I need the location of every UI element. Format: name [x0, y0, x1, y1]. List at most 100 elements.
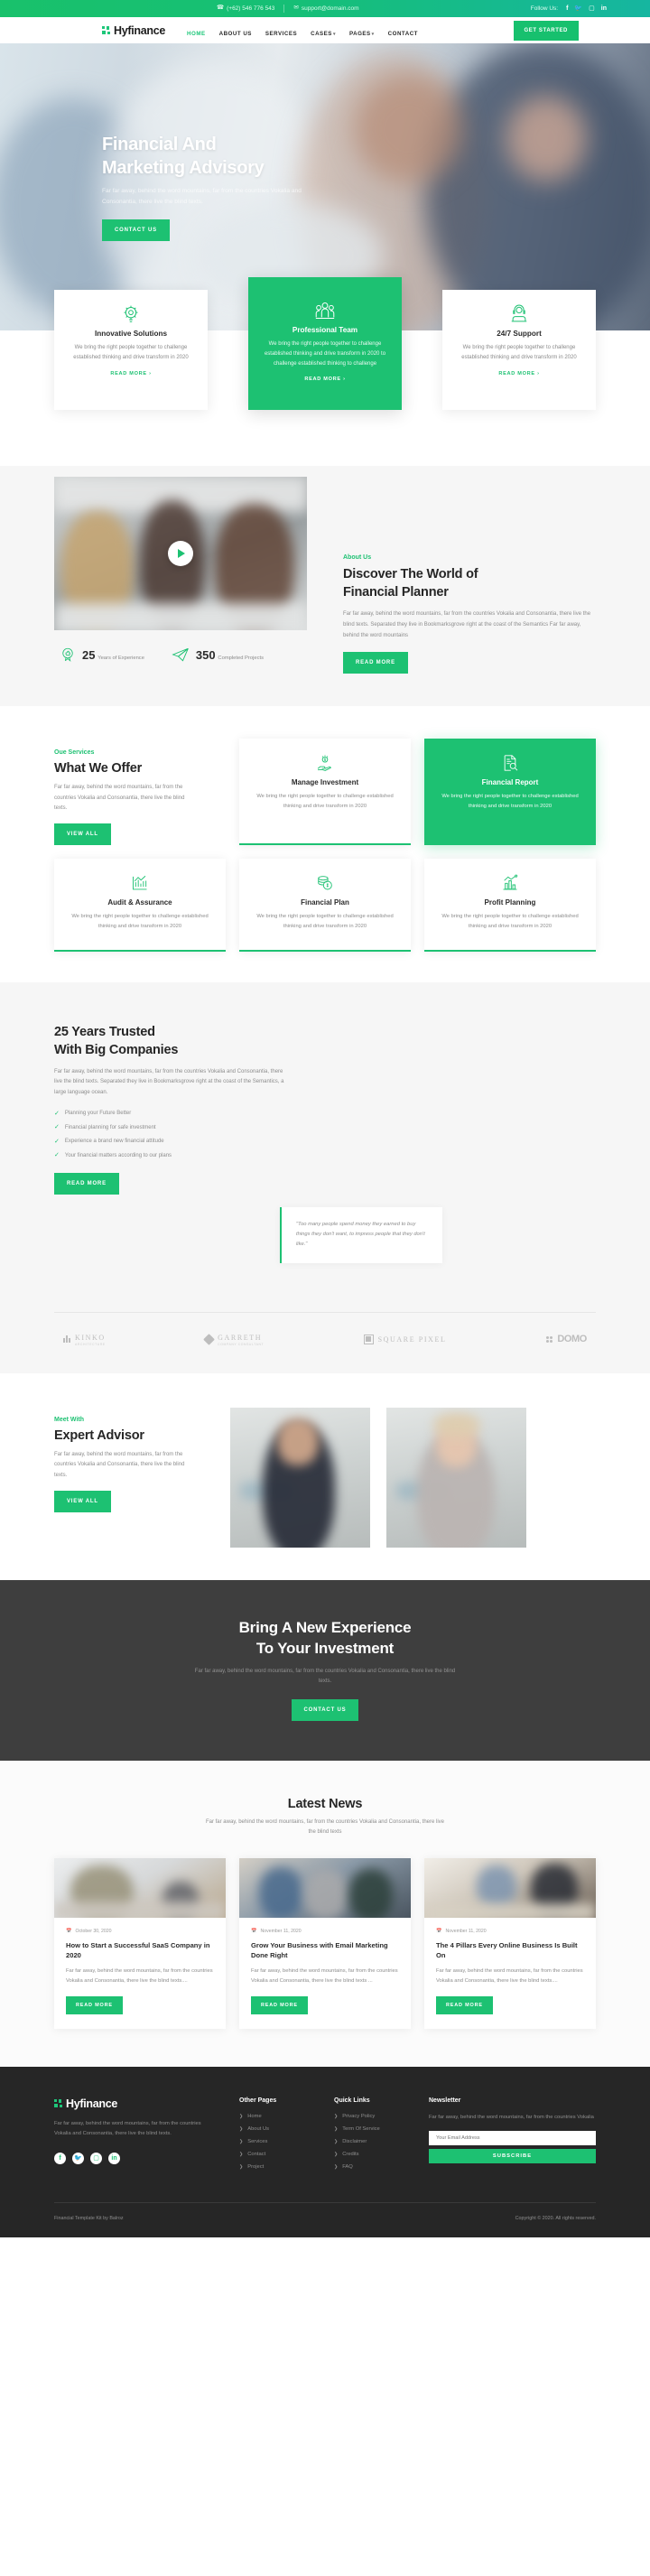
calendar-icon: 📅 [66, 1928, 72, 1934]
newsletter-subscribe-button[interactable]: SUBSCRIBE [429, 2149, 596, 2164]
services-section: Oue Services What We Offer Far far away,… [0, 706, 650, 982]
phone-contact[interactable]: ☎ (+62) 546 776 543 [217, 5, 274, 12]
footer-social-links: f 🐦 ▢ in [54, 2152, 239, 2164]
news-card[interactable]: 📅 October 30, 2020 How to Start a Succes… [54, 1857, 226, 2029]
footer-logo[interactable]: Hyfinance [54, 2097, 239, 2110]
testimonial-quote: "Too many people spend money they earned… [280, 1206, 442, 1263]
service-card-financial-report[interactable]: Financial Report We bring the right peop… [424, 739, 596, 846]
trusted-read-more-button[interactable]: READ MORE [54, 1172, 119, 1195]
news-read-more-button[interactable]: READ MORE [66, 1995, 123, 2014]
nav-item-about-us[interactable]: ABOUT US [219, 31, 252, 37]
hero-paragraph: Far far away, behind the word mountains,… [102, 188, 302, 205]
footer-link-services[interactable]: ❯ Services [239, 2139, 334, 2144]
news-date: 📅 October 30, 2020 [66, 1928, 112, 1934]
service-card-manage-investment[interactable]: Manage Investment We bring the right peo… [239, 739, 411, 846]
service-card-profit-planning[interactable]: Profit Planning We bring the right peopl… [424, 859, 596, 952]
stat-number: 350 [195, 648, 216, 663]
get-started-button[interactable]: GET STARTED [513, 20, 579, 41]
feature-read-more-link[interactable]: READ MORE › [304, 377, 345, 382]
advisor-photo-male[interactable] [230, 1407, 370, 1548]
services-paragraph: Far far away, behind the word mountains,… [54, 785, 185, 811]
facebook-icon[interactable]: f [566, 5, 568, 12]
twitter-icon[interactable]: 🐦 [574, 5, 582, 12]
nav-item-contact[interactable]: CONTACT [388, 31, 418, 37]
chevron-right-icon: ❯ [239, 2113, 244, 2119]
checklist-item: ✓ Financial planning for safe investment [54, 1124, 156, 1131]
feature-read-more-link[interactable]: READ MORE › [498, 371, 539, 377]
footer-brand-name: Hyfinance [66, 2097, 118, 2110]
cta-banner: Bring A New Experience To Your Investment… [0, 1579, 650, 1761]
page-root: ☎ (+62) 546 776 543 ✉ support@domain.com… [0, 0, 650, 2237]
about-read-more-button[interactable]: READ MORE [343, 652, 408, 674]
about-video-thumbnail[interactable] [54, 477, 307, 630]
phone-number: (+62) 546 776 543 [227, 5, 275, 12]
play-button-icon[interactable] [168, 541, 193, 566]
instagram-icon[interactable]: ▢ [589, 5, 595, 12]
client-logo-kinko: KINKO ARCHITECTURE [63, 1333, 106, 1346]
services-view-all-button[interactable]: VIEW ALL [54, 823, 111, 846]
service-card-audit-assurance[interactable]: Audit & Assurance We bring the right peo… [54, 859, 226, 952]
service-title: Financial Plan [301, 898, 349, 907]
news-card[interactable]: 📅 November 11, 2020 The 4 Pillars Every … [424, 1857, 596, 2029]
team-eyebrow: Meet With [54, 1416, 84, 1423]
services-eyebrow: Oue Services [54, 749, 95, 757]
nav-item-services[interactable]: SERVICES [265, 31, 297, 37]
site-footer: Hyfinance Far far away, behind the word … [0, 2066, 650, 2237]
feature-card[interactable]: 24/7 Support We bring the right people t… [442, 290, 596, 411]
facebook-icon[interactable]: f [54, 2152, 66, 2164]
chevron-right-icon: ❯ [334, 2113, 339, 2119]
stat-label: Completed Projects [218, 656, 264, 662]
news-card-excerpt: Far far away, behind the word mountains,… [436, 1968, 583, 1985]
news-read-more-button[interactable]: READ MORE [251, 1995, 308, 2014]
news-card-title: Grow Your Business with Email Marketing … [251, 1940, 388, 1960]
checklist-item: ✓ Experience a brand new financial attit… [54, 1138, 164, 1145]
badge-thumbsup-icon [60, 646, 76, 665]
service-title: Financial Report [481, 778, 539, 787]
divider [283, 5, 285, 13]
paper-plane-icon [172, 646, 190, 665]
twitter-icon[interactable]: 🐦 [72, 2152, 84, 2164]
support-headset-icon [454, 304, 584, 324]
newsletter-email-input[interactable] [429, 2131, 596, 2146]
footer-link-credits[interactable]: ❯ Credits [334, 2152, 429, 2157]
footer-link-contact[interactable]: ❯ Contact [239, 2152, 334, 2157]
service-card-financial-plan[interactable]: Financial Plan We bring the right people… [239, 859, 411, 952]
logo-subtitle: ARCHITECTURE [75, 1342, 106, 1346]
hero-title: Financial And Marketing Advisory [102, 135, 265, 178]
feature-read-more-link[interactable]: READ MORE › [110, 371, 151, 377]
nav-item-home[interactable]: HOME [187, 31, 206, 37]
brand-logo[interactable]: Hyfinance [102, 24, 165, 37]
news-card[interactable]: 📅 November 11, 2020 Grow Your Business w… [239, 1857, 411, 2029]
email-address: support@domain.com [301, 5, 359, 12]
hero-contact-button[interactable]: CONTACT US [102, 219, 170, 242]
bars-icon [63, 1335, 70, 1344]
email-contact[interactable]: ✉ support@domain.com [293, 5, 358, 12]
footer-link-faq[interactable]: ❯ FAQ [334, 2164, 429, 2170]
linkedin-icon[interactable]: in [108, 2152, 120, 2164]
footer-link-project[interactable]: ❯ Project [239, 2164, 334, 2170]
news-card-title: The 4 Pillars Every Online Business Is B… [436, 1940, 578, 1960]
news-date: 📅 November 11, 2020 [251, 1928, 302, 1934]
feature-card-highlighted[interactable]: Professional Team We bring the right peo… [248, 277, 402, 411]
feature-card[interactable]: Innovative Solutions We bring the right … [54, 290, 208, 411]
about-title: Discover The World of Financial Planner [343, 567, 478, 600]
linkedin-icon[interactable]: in [601, 5, 607, 12]
instagram-icon[interactable]: ▢ [90, 2152, 102, 2164]
footer-link-privacy-policy[interactable]: ❯ Privacy Policy [334, 2114, 429, 2119]
advisor-photo-female[interactable] [386, 1407, 526, 1548]
check-icon: ✓ [54, 1152, 60, 1159]
footer-link-home[interactable]: ❯ Home [239, 2114, 334, 2119]
news-read-more-button[interactable]: READ MORE [436, 1995, 493, 2014]
cta-contact-button[interactable]: CONTACT US [291, 1698, 359, 1721]
team-title: Expert Advisor [54, 1427, 144, 1443]
team-paragraph: Far far away, behind the word mountains,… [54, 1451, 185, 1478]
service-text: We bring the right people together to ch… [71, 914, 209, 930]
footer-link-term-of-service[interactable]: ❯ Term Of Service [334, 2126, 429, 2132]
nav-item-pages[interactable]: PAGES▾ [349, 31, 375, 37]
nav-item-cases[interactable]: CASES▾ [311, 31, 336, 37]
about-paragraph: Far far away, behind the word mountains,… [343, 611, 591, 638]
footer-quick-links: Quick Links ❯ Privacy Policy ❯ Term Of Ser… [334, 2097, 429, 2177]
team-view-all-button[interactable]: VIEW ALL [54, 1491, 111, 1513]
footer-link-about-us[interactable]: ❯ About Us [239, 2126, 334, 2132]
footer-link-disclaimer[interactable]: ❯ Disclaimer [334, 2139, 429, 2144]
